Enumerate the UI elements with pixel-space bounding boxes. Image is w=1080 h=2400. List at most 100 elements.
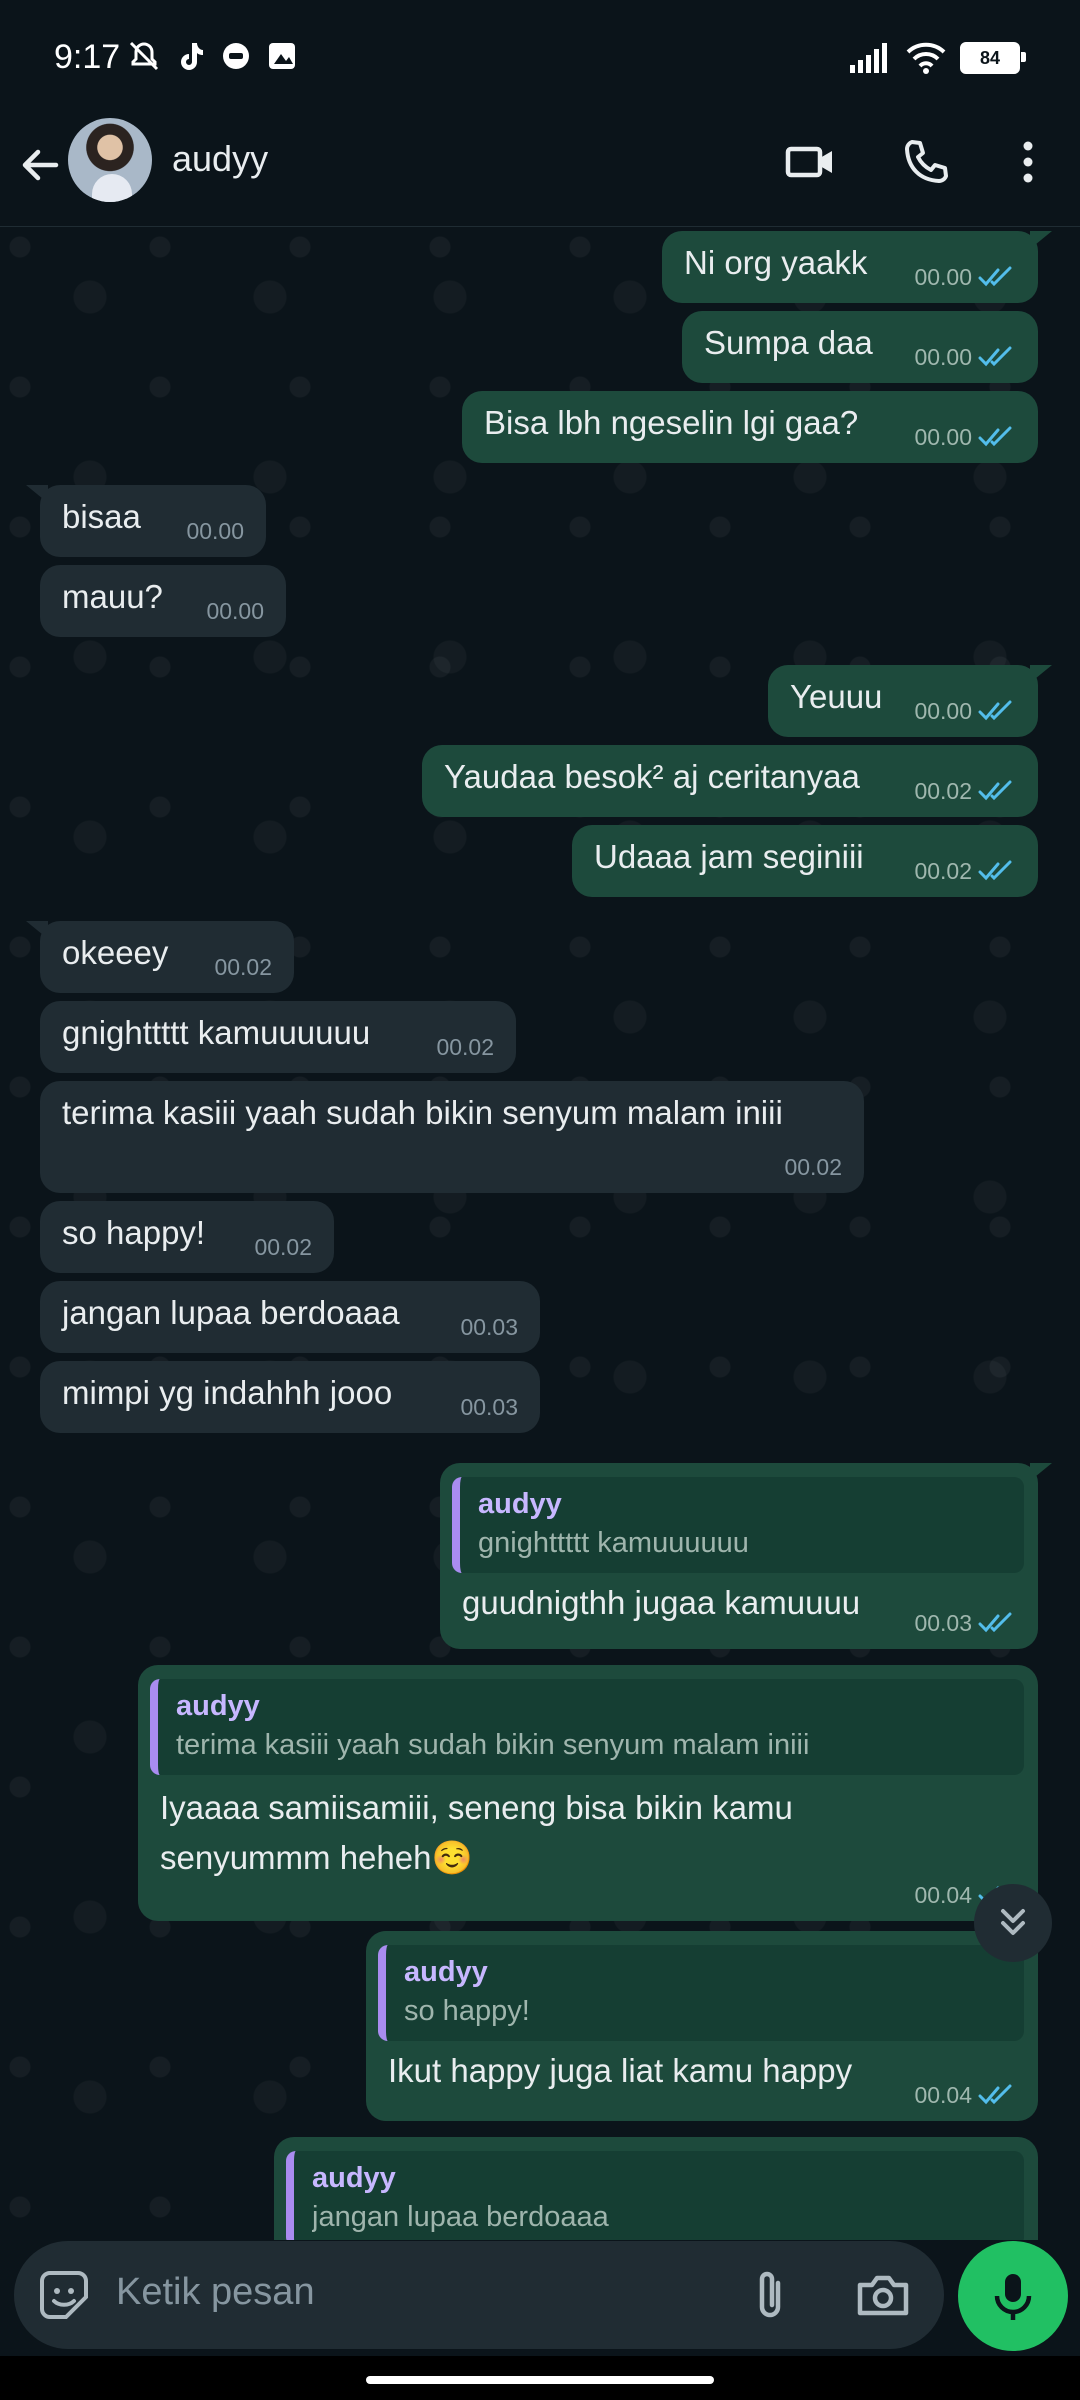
notification-icons bbox=[128, 40, 298, 72]
message-input-bar[interactable]: Ketik pesan bbox=[14, 2241, 944, 2349]
signal-icon bbox=[850, 43, 887, 73]
read-ticks-icon bbox=[978, 426, 1012, 447]
message-text: Yaudaa besok² aj ceritanyaa bbox=[444, 758, 860, 795]
message-text-line-1: Iyaaaa samiisamiii, seneng bisa bikin ka… bbox=[160, 1789, 793, 1826]
status-right: 84 bbox=[848, 42, 1026, 74]
chat-area[interactable]: Ni org yaakk 00.00 Sumpa daa 00.00 Bisa … bbox=[0, 227, 1080, 2240]
contact-name[interactable]: audyy bbox=[172, 138, 268, 180]
message-meta: 00.00 bbox=[914, 265, 1016, 289]
reply-author: audyy bbox=[312, 2162, 396, 2194]
chat-header: audyy bbox=[0, 110, 1080, 227]
read-ticks-icon bbox=[978, 1612, 1012, 1633]
reply-quote[interactable]: audyy terima kasiii yaah sudah bikin sen… bbox=[150, 1679, 1024, 1775]
photo-app-icon bbox=[266, 40, 298, 72]
reply-quote[interactable]: audyy gnighttttt kamuuuuuu bbox=[452, 1477, 1024, 1573]
message-time: 00.00 bbox=[186, 518, 244, 544]
message-input-placeholder[interactable]: Ketik pesan bbox=[116, 2271, 315, 2314]
message-meta: 00.04 bbox=[914, 2083, 1016, 2107]
more-options-icon[interactable] bbox=[1000, 134, 1056, 190]
message-outgoing-reply[interactable]: audyy terima kasiii yaah sudah bikin sen… bbox=[138, 1665, 1038, 1921]
message-time: 00.02 bbox=[914, 858, 972, 884]
message-time: 00.02 bbox=[214, 954, 272, 980]
attach-icon[interactable] bbox=[744, 2267, 798, 2323]
message-incoming[interactable]: okeeey 00.02 bbox=[26, 921, 294, 993]
message-outgoing[interactable]: Ni org yaakk 00.00 bbox=[662, 231, 1052, 303]
read-ticks-icon bbox=[978, 700, 1012, 721]
message-time: 00.03 bbox=[460, 1394, 518, 1420]
voice-record-button[interactable] bbox=[958, 2241, 1068, 2351]
reply-text: jangan lupaa berdoaaa bbox=[312, 2201, 609, 2233]
message-incoming[interactable]: gnighttttt kamuuuuuu 00.02 bbox=[40, 1001, 516, 1073]
message-text: Ikut happy juga liat kamu happy bbox=[388, 2052, 853, 2089]
message-time: 00.00 bbox=[206, 598, 264, 624]
message-text: guudnigthh jugaa kamuuuu bbox=[462, 1584, 861, 1621]
message-outgoing[interactable]: Udaaa jam seginiii 00.02 bbox=[572, 825, 1038, 897]
camera-icon[interactable] bbox=[854, 2267, 912, 2323]
chat-app-icon bbox=[220, 40, 252, 72]
message-incoming[interactable]: so happy! 00.02 bbox=[40, 1201, 334, 1273]
message-text-line-2: senyummm heheh☺️ bbox=[160, 1839, 473, 1876]
message-text: terima kasiii yaah sudah bikin senyum ma… bbox=[62, 1094, 783, 1131]
message-outgoing[interactable]: Yaudaa besok² aj ceritanyaa 00.02 bbox=[422, 745, 1038, 817]
message-text: bisaa bbox=[62, 498, 141, 535]
message-outgoing[interactable]: Bisa lbh ngeselin lgi gaa? 00.00 bbox=[462, 391, 1038, 463]
battery-level: 84 bbox=[979, 47, 1001, 68]
scroll-to-bottom-button[interactable] bbox=[974, 1884, 1052, 1962]
message-text: mimpi yg indahhh jooo bbox=[62, 1374, 393, 1411]
message-time: 00.03 bbox=[460, 1314, 518, 1340]
message-incoming[interactable]: bisaa 00.00 bbox=[26, 485, 266, 557]
read-ticks-icon bbox=[978, 860, 1012, 881]
message-meta: 00.03 bbox=[914, 1611, 1016, 1635]
message-outgoing-reply[interactable]: audyy jangan lupaa berdoaaa bbox=[274, 2137, 1038, 2240]
message-outgoing[interactable]: Yeuuu 00.00 bbox=[768, 665, 1052, 737]
message-text: Udaaa jam seginiii bbox=[594, 838, 864, 875]
message-time: 00.04 bbox=[914, 2082, 972, 2108]
message-time: 00.00 bbox=[914, 344, 972, 370]
back-arrow-icon[interactable] bbox=[16, 140, 66, 190]
status-bar: 9:17 84 bbox=[0, 0, 1080, 110]
message-text: Bisa lbh ngeselin lgi gaa? bbox=[484, 404, 859, 441]
reply-quote[interactable]: audyy jangan lupaa berdoaaa bbox=[286, 2151, 1024, 2240]
message-text: okeeey bbox=[62, 934, 169, 971]
home-gesture-handle[interactable] bbox=[366, 2376, 714, 2384]
message-text: so happy! bbox=[62, 1214, 206, 1251]
microphone-icon bbox=[994, 2274, 1032, 2320]
contact-avatar[interactable] bbox=[68, 118, 152, 202]
reply-text: gnighttttt kamuuuuuu bbox=[478, 1527, 749, 1559]
message-text: mauu? bbox=[62, 578, 163, 615]
message-outgoing[interactable]: Sumpa daa 00.00 bbox=[682, 311, 1038, 383]
message-incoming[interactable]: mauu? 00.00 bbox=[40, 565, 286, 637]
message-text: jangan lupaa berdoaaa bbox=[62, 1294, 400, 1331]
message-outgoing-reply[interactable]: audyy so happy! Ikut happy juga liat kam… bbox=[366, 1931, 1038, 2121]
message-text: gnighttttt kamuuuuuu bbox=[62, 1014, 371, 1051]
read-ticks-icon bbox=[978, 346, 1012, 367]
reply-author: audyy bbox=[478, 1488, 562, 1520]
reply-author: audyy bbox=[404, 1956, 488, 1988]
message-text: Ni org yaakk bbox=[684, 244, 868, 281]
message-time: 00.02 bbox=[254, 1234, 312, 1260]
wifi-icon bbox=[906, 42, 946, 74]
video-call-icon[interactable] bbox=[782, 134, 838, 190]
message-meta: 00.00 bbox=[914, 425, 1016, 449]
mute-icon bbox=[128, 40, 160, 72]
reply-author: audyy bbox=[176, 1690, 260, 1722]
message-time: 00.02 bbox=[436, 1034, 494, 1060]
message-meta: 00.02 bbox=[914, 859, 1016, 883]
read-ticks-icon bbox=[978, 266, 1012, 287]
message-text: Yeuuu bbox=[790, 678, 883, 715]
reply-text: so happy! bbox=[404, 1995, 530, 2027]
message-incoming[interactable]: mimpi yg indahhh jooo 00.03 bbox=[40, 1361, 540, 1433]
status-time: 9:17 bbox=[54, 38, 121, 76]
message-time: 00.00 bbox=[914, 264, 972, 290]
message-incoming[interactable]: jangan lupaa berdoaaa 00.03 bbox=[40, 1281, 540, 1353]
voice-call-icon[interactable] bbox=[898, 134, 954, 190]
reply-quote[interactable]: audyy so happy! bbox=[378, 1945, 1024, 2041]
message-meta: 00.00 bbox=[914, 345, 1016, 369]
read-ticks-icon bbox=[978, 2084, 1012, 2105]
emoji-sticker-icon[interactable] bbox=[36, 2267, 92, 2323]
message-text: Sumpa daa bbox=[704, 324, 873, 361]
message-incoming[interactable]: terima kasiii yaah sudah bikin senyum ma… bbox=[40, 1081, 864, 1193]
message-meta: 00.00 bbox=[914, 699, 1016, 723]
message-outgoing-reply[interactable]: audyy gnighttttt kamuuuuuu guudnigthh ju… bbox=[440, 1463, 1052, 1649]
message-time: 00.04 bbox=[914, 1882, 972, 1908]
